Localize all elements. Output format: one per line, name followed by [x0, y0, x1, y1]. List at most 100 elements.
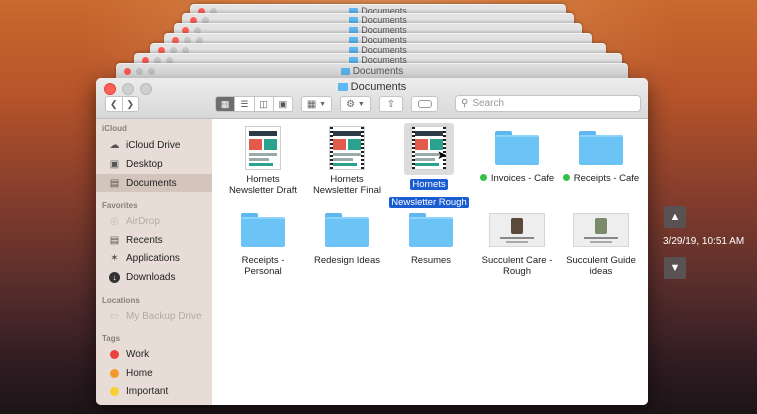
background-window[interactable]: Documents [116, 63, 628, 79]
document-icon [329, 126, 365, 170]
clock-icon: ▤ [109, 234, 120, 246]
cursor-icon: ➤ [437, 148, 448, 162]
file-grid: Hornets Newsletter Draft Hornets Newslette… [213, 119, 648, 405]
sidebar-item-airdrop[interactable]: ◎ AirDrop [96, 212, 212, 230]
chevron-down-icon: ▼ [669, 262, 681, 274]
sidebar-item-downloads[interactable]: ↓ Downloads [96, 268, 212, 286]
search-placeholder: Search [472, 98, 505, 109]
chevron-up-icon: ▲ [669, 211, 681, 223]
forward-button[interactable]: ❯ [123, 97, 139, 111]
search-icon: ⚲ [461, 98, 469, 109]
file-label: Hornets Newsletter Rough [389, 179, 469, 208]
sidebar-item-label: AirDrop [126, 215, 160, 227]
sidebar-tag-work[interactable]: Work [96, 345, 212, 363]
file-label: Succulent Care - Rough [481, 255, 553, 277]
folder-icon [241, 213, 285, 247]
drive-icon: ▭ [109, 310, 120, 322]
gallery-view-button[interactable]: ▣ [274, 97, 292, 111]
finder-window: Documents ❮ ❯ ▦ ☰ ◫ ▣ ▦ ▼ ⚙ ▼ ⇧ ⚲ Search [96, 78, 648, 405]
documents-icon: ▤ [109, 177, 120, 189]
sidebar-item-recents[interactable]: ▤ Recents [96, 231, 212, 249]
file-label: Succulent Guide ideas [566, 255, 636, 277]
sidebar-section-locations: Locations [102, 296, 140, 305]
sidebar-item-backup-drive[interactable]: ▭ My Backup Drive [96, 307, 212, 325]
back-button[interactable]: ❮ [106, 97, 123, 111]
sidebar-section-tags: Tags [102, 334, 121, 343]
sidebar-item-label: Downloads [126, 271, 176, 283]
sidebar-item-label: iCloud Drive [126, 139, 181, 151]
document-icon [573, 213, 629, 247]
chevron-down-icon: ▼ [357, 100, 365, 108]
folder-icon [325, 213, 369, 247]
folder-item[interactable]: Invoices - Cafe [475, 131, 559, 184]
cloud-icon: ☁ [109, 139, 120, 151]
timemachine-timestamp: 3/29/19, 10:51 AM [663, 236, 745, 247]
folder-item[interactable]: Receipts - Personal [221, 213, 305, 277]
document-icon [245, 126, 281, 170]
view-mode-segmented: ▦ ☰ ◫ ▣ [215, 96, 293, 112]
folder-item[interactable]: Redesign Ideas [305, 213, 389, 266]
sidebar-item-applications[interactable]: ✶ Applications [96, 249, 212, 267]
sidebar-item-icloud-drive[interactable]: ☁ iCloud Drive [96, 136, 212, 154]
tag-dot-icon [110, 386, 119, 396]
folder-icon [409, 213, 453, 247]
sidebar-tag-important[interactable]: Important [96, 382, 212, 400]
tags-button[interactable] [411, 96, 438, 112]
sidebar-item-label: Applications [126, 252, 180, 264]
sidebar-item-label: Home [126, 367, 153, 379]
timemachine-up-button[interactable]: ▲ [664, 206, 686, 228]
folder-item[interactable]: Resumes [389, 213, 473, 266]
airdrop-icon: ◎ [110, 215, 119, 227]
file-label: Resumes [410, 255, 452, 266]
column-view-button[interactable]: ◫ [255, 97, 274, 111]
file-item[interactable]: Succulent Guide ideas [559, 213, 643, 277]
file-item[interactable]: Succulent Care - Rough [475, 213, 559, 277]
grid-icon: ▦ [306, 98, 317, 110]
file-label: Receipts - Personal [241, 255, 285, 277]
sidebar-item-desktop[interactable]: ▣ Desktop [96, 155, 212, 173]
document-icon [489, 213, 545, 247]
downloads-icon: ↓ [109, 271, 120, 283]
folder-icon [340, 68, 350, 75]
share-icon: ⇧ [386, 98, 396, 110]
folder-icon [495, 131, 539, 165]
tag-dot-icon [110, 368, 119, 378]
desktop-icon: ▣ [109, 158, 120, 170]
file-label: Hornets Newsletter Draft [228, 174, 298, 196]
action-button[interactable]: ⚙ ▼ [340, 96, 371, 112]
share-button[interactable]: ⇧ [379, 96, 403, 112]
tag-dot-icon [110, 349, 119, 359]
file-item[interactable]: Hornets Newsletter Draft [221, 126, 305, 196]
sidebar: iCloud ☁ iCloud Drive ▣ Desktop ▤ Docume… [96, 119, 212, 405]
file-item-selected[interactable]: Hornets Newsletter Rough ➤ [387, 126, 471, 210]
tag-dot-icon [479, 174, 487, 181]
sidebar-item-label: Desktop [126, 158, 163, 170]
file-label: Redesign Ideas [313, 255, 381, 266]
sidebar-item-label: Work [126, 348, 150, 360]
file-label: Invoices - Cafe [475, 173, 559, 184]
sidebar-section-favorites: Favorites [102, 201, 138, 210]
sidebar-section-icloud: iCloud [102, 124, 127, 133]
gear-icon: ⚙ [346, 98, 356, 110]
chevron-down-icon: ▼ [319, 100, 327, 108]
folder-icon [337, 83, 348, 91]
timemachine-down-button[interactable]: ▼ [664, 257, 686, 279]
search-field[interactable]: ⚲ Search [455, 95, 641, 112]
icon-view-button[interactable]: ▦ [216, 97, 236, 111]
sidebar-item-label: Recents [126, 234, 163, 246]
list-view-button[interactable]: ☰ [235, 97, 255, 111]
sidebar-item-documents[interactable]: ▤ Documents [96, 174, 212, 192]
navigation-buttons: ❮ ❯ [105, 96, 139, 112]
file-item[interactable]: Hornets Newsletter Final [305, 126, 389, 196]
applications-icon: ✶ [110, 252, 119, 264]
sidebar-item-label: Documents [126, 177, 177, 189]
group-by-button[interactable]: ▦ ▼ [301, 96, 332, 112]
folder-icon [579, 131, 623, 165]
sidebar-item-label: My Backup Drive [126, 310, 202, 322]
sidebar-tag-home[interactable]: Home [96, 364, 212, 382]
window-title: Documents [96, 81, 648, 93]
title-bar: Documents ❮ ❯ ▦ ☰ ◫ ▣ ▦ ▼ ⚙ ▼ ⇧ ⚲ Search [96, 78, 648, 119]
folder-item[interactable]: Receipts - Cafe [559, 131, 643, 184]
tag-dot-icon [562, 174, 570, 181]
file-label: Hornets Newsletter Final [312, 174, 382, 196]
